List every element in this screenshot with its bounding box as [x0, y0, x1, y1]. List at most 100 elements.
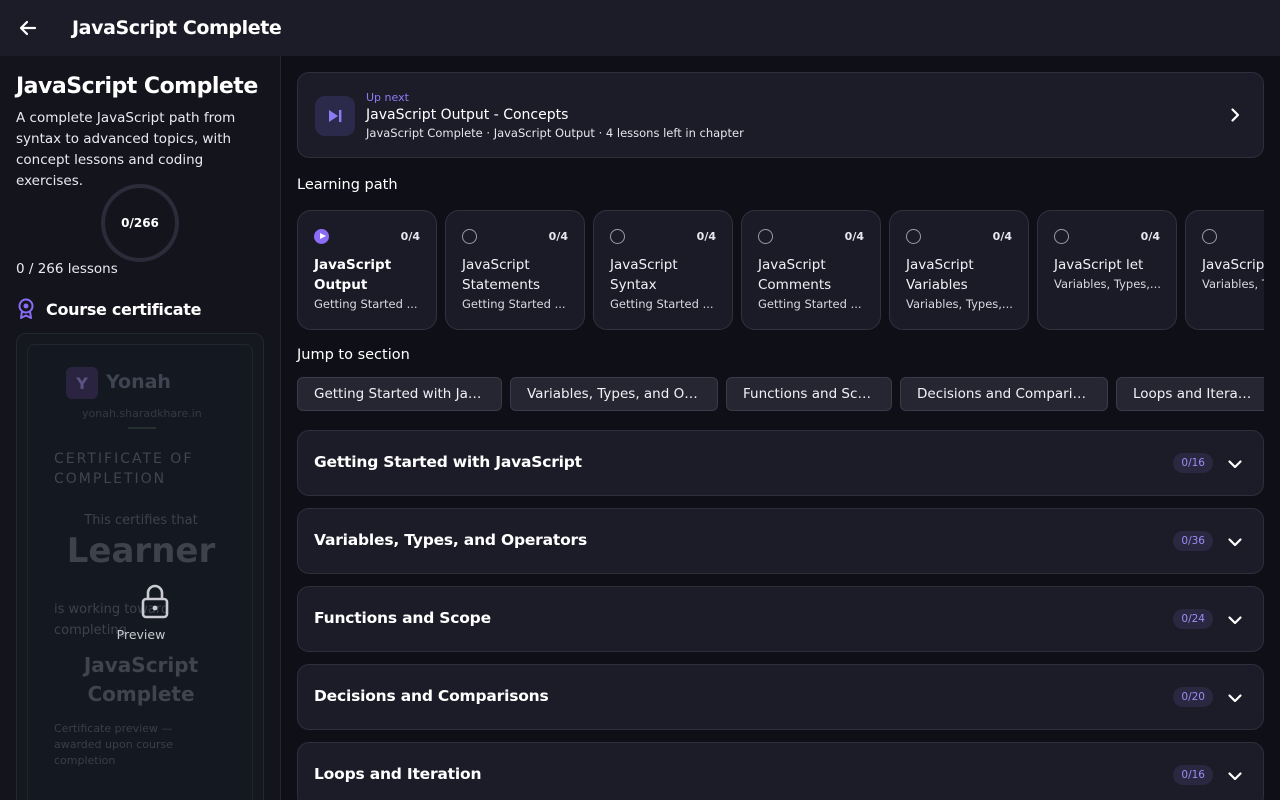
course-description: A complete JavaScript path from syntax t… — [16, 110, 236, 189]
path-card-count: 0/4 — [1140, 230, 1160, 243]
path-card-subtitle: Getting Started ... — [758, 297, 862, 311]
brand-logo: Y — [66, 367, 98, 399]
chip-label: Getting Started with Java... — [314, 386, 485, 402]
up-next-subtitle: JavaScript Complete · JavaScript Output … — [366, 126, 744, 140]
award-icon — [18, 298, 34, 319]
course-title: JavaScript Complete — [16, 74, 258, 99]
chip-variables[interactable]: Variables, Types, and Ope... — [510, 377, 718, 411]
main-content: Up next JavaScript Output - Concepts Jav… — [281, 56, 1280, 800]
section-title: Loops and Iteration — [314, 765, 482, 783]
radio-empty-icon — [1202, 229, 1217, 244]
path-card-count: 0/4 — [844, 230, 864, 243]
progress-ring-label: 0/266 — [121, 216, 159, 230]
section-title: Functions and Scope — [314, 609, 491, 627]
path-card-count: 0/4 — [696, 230, 716, 243]
path-card-subtitle: Variables, T — [1202, 277, 1264, 291]
learning-path-row[interactable]: 0/4 JavaScript Output Getting Started ..… — [297, 210, 1264, 330]
chip-functions[interactable]: Functions and Scope — [726, 377, 892, 411]
section-progress-badge: 0/36 — [1173, 531, 1213, 551]
path-card-syntax[interactable]: 0/4 JavaScript Syntax Getting Started ..… — [593, 210, 733, 330]
skip-next-icon — [329, 110, 342, 122]
path-card-variables[interactable]: 0/4 JavaScript Variables Variables, Type… — [889, 210, 1029, 330]
play-icon — [314, 229, 329, 244]
path-card-next[interactable]: JavaScript Variables, T — [1185, 210, 1264, 330]
section-accordion-functions[interactable]: Functions and Scope 0/24 — [297, 586, 1264, 652]
section-accordion-loops[interactable]: Loops and Iteration 0/16 — [297, 742, 1264, 800]
path-card-statements[interactable]: 0/4 JavaScript Statements Getting Starte… — [445, 210, 585, 330]
chip-decisions[interactable]: Decisions and Comparisons — [900, 377, 1108, 411]
chip-label: Decisions and Comparisons — [917, 386, 1091, 402]
section-accordion-variables[interactable]: Variables, Types, and Operators 0/36 — [297, 508, 1264, 574]
up-next-icon-box — [315, 96, 355, 136]
lessons-count: 0 / 266 lessons — [16, 261, 118, 277]
section-title: Variables, Types, and Operators — [314, 531, 588, 549]
arrow-left-icon — [19, 20, 37, 36]
certificate-heading: Course certificate — [16, 298, 201, 320]
path-card-subtitle: Variables, Types,... — [1054, 277, 1161, 291]
certificate-preview-card[interactable]: Y Yonah yonah.sharadkhare.in CERTIFICATE… — [16, 333, 264, 800]
path-card-subtitle: Getting Started ... — [610, 297, 714, 311]
path-card-count: 0/4 — [400, 230, 420, 243]
chevron-down-icon — [1228, 616, 1242, 625]
up-next-card[interactable]: Up next JavaScript Output - Concepts Jav… — [297, 72, 1264, 158]
chip-loops[interactable]: Loops and Iteration — [1116, 377, 1264, 411]
section-title: Decisions and Comparisons — [314, 687, 549, 705]
up-next-title: JavaScript Output - Concepts — [366, 107, 569, 123]
path-card-subtitle: Getting Started ... — [314, 297, 418, 311]
learning-path-label: Learning path — [297, 177, 398, 193]
chevron-right-icon — [1231, 108, 1240, 122]
certificate-learner-name: Learner — [66, 531, 216, 571]
path-card-title: JavaScript Variables — [906, 257, 974, 293]
section-progress-badge: 0/24 — [1173, 609, 1213, 629]
chevron-down-icon — [1228, 694, 1242, 703]
app-bar: JavaScript Complete — [0, 0, 1280, 56]
chip-label: Loops and Iteration — [1133, 386, 1255, 402]
radio-empty-icon — [758, 229, 773, 244]
section-progress-badge: 0/20 — [1173, 687, 1213, 707]
back-button[interactable] — [14, 14, 42, 42]
certificate-preview-label: Preview — [116, 627, 166, 642]
path-card-subtitle: Variables, Types,... — [906, 297, 1013, 311]
progress-ring: 0/266 — [101, 184, 179, 262]
certificate-brand: Yonah — [106, 371, 171, 393]
radio-empty-icon — [462, 229, 477, 244]
chevron-down-icon — [1228, 460, 1242, 469]
path-card-title: JavaScript Output — [314, 257, 392, 293]
course-sidebar: JavaScript Complete A complete JavaScrip… — [0, 56, 281, 800]
path-card-title: JavaScript Statements — [462, 257, 541, 293]
chip-label: Functions and Scope — [743, 386, 875, 402]
certificate-heading-label: Course certificate — [46, 299, 202, 319]
path-card-title: JavaScript Comments — [758, 257, 832, 293]
certificate-note: Certificate preview — awarded upon cours… — [54, 722, 173, 767]
path-card-title: JavaScript Syntax — [610, 257, 678, 293]
jump-to-section-label: Jump to section — [297, 347, 410, 363]
certificate-title: CERTIFICATE OF COMPLETION — [54, 451, 194, 487]
section-accordion-decisions[interactable]: Decisions and Comparisons 0/20 — [297, 664, 1264, 730]
certificate-certifies: This certifies that — [84, 513, 198, 528]
path-card-count: 0/4 — [992, 230, 1012, 243]
path-card-subtitle: Getting Started ... — [462, 297, 566, 311]
section-title: Getting Started with JavaScript — [314, 453, 582, 471]
radio-empty-icon — [610, 229, 625, 244]
section-progress-badge: 0/16 — [1173, 453, 1213, 473]
chevron-down-icon — [1228, 772, 1242, 781]
lock-icon — [141, 584, 169, 619]
chip-label: Variables, Types, and Ope... — [527, 386, 701, 402]
path-card-let[interactable]: 0/4 JavaScript let Variables, Types,... — [1037, 210, 1177, 330]
certificate-site: yonah.sharadkhare.in — [82, 407, 202, 420]
certificate-frame: Y Yonah yonah.sharadkhare.in CERTIFICATE… — [27, 344, 253, 800]
path-card-output[interactable]: 0/4 JavaScript Output Getting Started ..… — [297, 210, 437, 330]
section-progress-badge: 0/16 — [1173, 765, 1213, 785]
chevron-down-icon — [1228, 538, 1242, 547]
chip-getting-started[interactable]: Getting Started with Java... — [297, 377, 502, 411]
path-card-comments[interactable]: 0/4 JavaScript Comments Getting Started … — [741, 210, 881, 330]
up-next-kicker: Up next — [366, 91, 409, 104]
radio-empty-icon — [1054, 229, 1069, 244]
app-bar-title: JavaScript Complete — [72, 17, 282, 39]
radio-empty-icon — [906, 229, 921, 244]
section-accordion-getting-started[interactable]: Getting Started with JavaScript 0/16 — [297, 430, 1264, 496]
path-card-title: JavaScript let — [1054, 257, 1144, 273]
certificate-course-name: JavaScript Complete — [83, 653, 199, 706]
certificate-divider — [128, 427, 156, 429]
path-card-title: JavaScript — [1202, 257, 1264, 273]
